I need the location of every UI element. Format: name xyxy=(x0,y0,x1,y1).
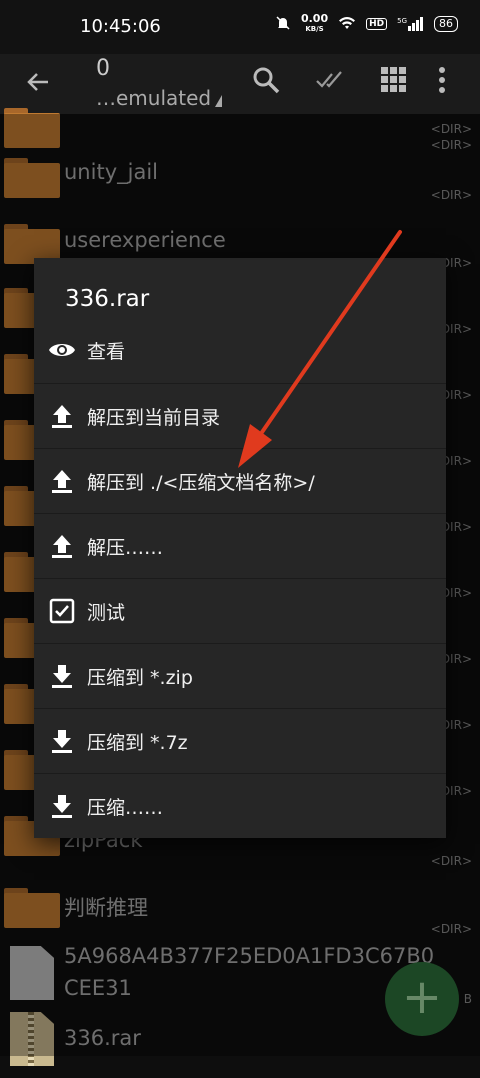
select-all-icon[interactable] xyxy=(314,64,350,100)
menu-item-extract-to-folder[interactable]: 解压到 ./<压缩文档名称>/ xyxy=(34,448,446,513)
download-icon xyxy=(47,791,77,821)
upload-icon xyxy=(47,531,77,561)
back-arrow-icon[interactable] xyxy=(22,66,54,98)
battery-indicator: 86 xyxy=(434,16,458,32)
more-options-icon[interactable] xyxy=(432,64,452,100)
menu-item-extract-here[interactable]: 解压到当前目录 xyxy=(34,383,446,448)
dialog-title: 336.rar xyxy=(65,286,150,312)
menu-item-compress-7z[interactable]: 压缩到 *.7z xyxy=(34,708,446,773)
download-icon xyxy=(47,661,77,691)
grid-view-icon[interactable] xyxy=(378,64,414,100)
wifi-icon xyxy=(338,16,356,33)
clock: 10:45:06 xyxy=(80,16,161,37)
search-icon[interactable] xyxy=(250,64,286,100)
menu-item-view[interactable]: 查看 xyxy=(34,318,446,382)
mute-icon xyxy=(275,15,291,34)
signal-icon: 5G xyxy=(397,17,424,31)
archive-options-dialog: 336.rar 查看 解压到当前目录 解压到 ./<压缩文档名称>/ 解压…… … xyxy=(34,258,446,838)
menu-item-extract[interactable]: 解压…… xyxy=(34,513,446,578)
menu-item-compress-zip[interactable]: 压缩到 *.zip xyxy=(34,643,446,708)
download-icon xyxy=(47,726,77,756)
upload-icon xyxy=(47,401,77,431)
upload-icon xyxy=(47,466,77,496)
status-bar: 10:45:06 0.00 KB/S HD 5G 86 xyxy=(0,0,480,54)
eye-icon xyxy=(47,335,77,365)
network-speed: 0.00 KB/S xyxy=(300,12,329,33)
checkbox-icon xyxy=(47,596,77,626)
folder-title: 0 xyxy=(96,56,110,81)
hd-badge: HD xyxy=(366,18,388,30)
menu-item-compress[interactable]: 压缩…… xyxy=(34,773,446,838)
menu-item-test[interactable]: 测试 xyxy=(34,578,446,643)
